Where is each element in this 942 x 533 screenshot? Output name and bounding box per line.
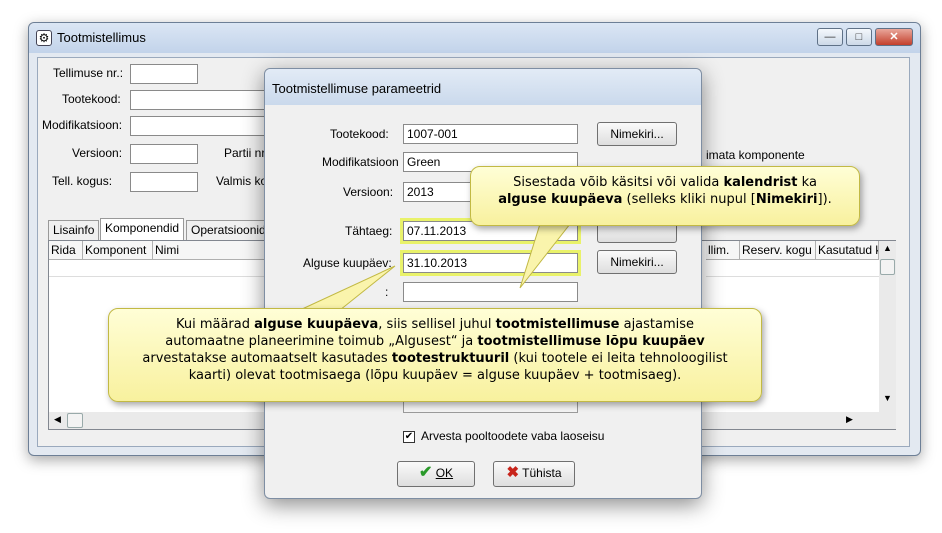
callout-bold-text: kalendrist (723, 175, 798, 190)
callout-bold-text: alguse kuupäeva (254, 317, 379, 332)
callout-tail-bottom (299, 265, 396, 311)
callout-text: kaarti) olevat tootmisaega (lõpu kuupäev… (188, 368, 682, 383)
callout-bottom-line: kaarti) olevat tootmisaega (lõpu kuupäev… (119, 367, 751, 384)
callout-top-line: Sisestada võib käsitsi või valida kalend… (481, 174, 849, 191)
callout-top: Sisestada võib käsitsi või valida kalend… (470, 166, 860, 226)
callout-bottom: Kui määrad alguse kuupäeva, siis sellise… (108, 308, 762, 402)
callout-text: Kui määrad (175, 317, 255, 332)
callout-text: ]). (817, 192, 832, 207)
callout-bold-text: Nimekiri (755, 192, 818, 207)
callout-text: arvestatakse automaatselt kasutades (142, 351, 392, 366)
callout-bottom-line: automaatne planeerimine toimub „Algusest… (119, 333, 751, 350)
callout-tails (299, 223, 572, 311)
callout-text: automaatne planeerimine toimub „Algusest… (165, 334, 478, 349)
callout-bold-text: tootestruktuuril (391, 351, 510, 366)
callout-bottom-line: arvestatakse automaatselt kasutades toot… (119, 350, 751, 367)
callout-tail-top (519, 223, 572, 289)
callout-text: , siis sellisel juhul (378, 317, 496, 332)
callout-text: ajastamise (619, 317, 695, 332)
callout-bold-text: alguse kuupäeva (498, 192, 623, 207)
callout-bold-text: tootmistellimuse (495, 317, 620, 332)
callout-bottom-line: Kui määrad alguse kuupäeva, siis sellise… (119, 316, 751, 333)
callout-top-line: alguse kuupäeva (selleks kliki nupul [Ni… (481, 191, 849, 208)
callout-text: (selleks kliki nupul [ (622, 192, 756, 207)
callout-text: (kui tootele ei leita tehnoloogilist (509, 351, 728, 366)
callout-bold-text: tootmistellimuse lõpu kuupäev (477, 334, 705, 349)
callout-text: Sisestada võib käsitsi või valida (513, 175, 724, 190)
callout-text: ka (797, 175, 817, 190)
